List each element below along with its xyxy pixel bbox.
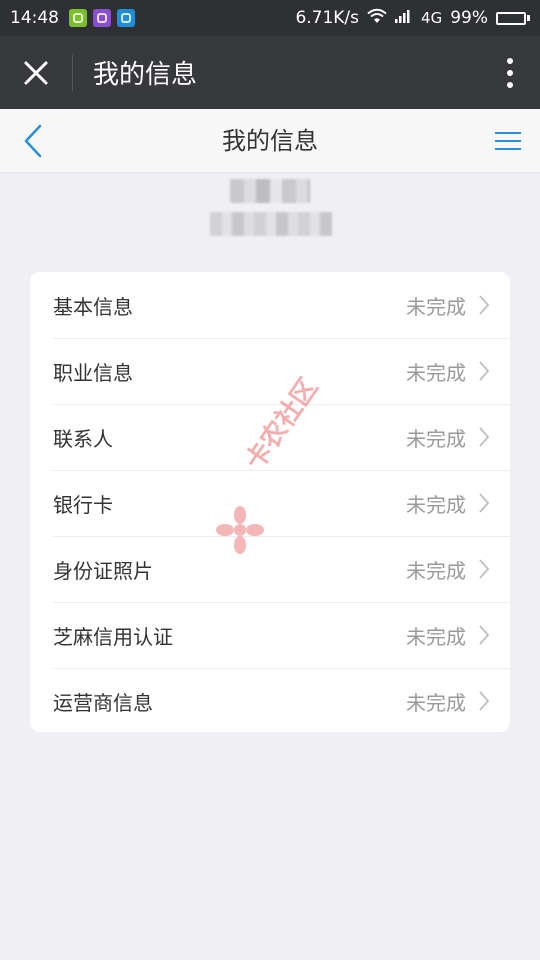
list-item-basic-info[interactable]: 基本信息 未完成 — [30, 272, 510, 338]
more-options-button[interactable] — [480, 36, 540, 109]
menu-button[interactable] — [494, 127, 522, 155]
list-item-label: 基本信息 — [53, 294, 133, 319]
network-speed: 6.71K/s — [295, 8, 360, 28]
blurred-user-name — [230, 179, 310, 203]
chevron-right-icon — [478, 294, 490, 316]
chevron-right-icon — [478, 558, 490, 580]
app-notification-icon — [69, 9, 87, 27]
hamburger-menu-icon — [495, 132, 521, 150]
list-item-status: 未完成 — [406, 624, 466, 649]
close-button[interactable] — [0, 36, 72, 109]
list-item-status: 未完成 — [406, 360, 466, 385]
chevron-right-icon — [478, 426, 490, 448]
chevron-right-icon — [478, 360, 490, 382]
list-item-status: 未完成 — [406, 690, 466, 715]
chevron-right-icon — [478, 492, 490, 514]
info-list-card: 基本信息 未完成 职业信息 未完成 联系人 未完成 银行卡 未完成 身份证照片 … — [30, 272, 510, 732]
status-time: 14:48 — [10, 8, 59, 28]
battery-percent: 99% — [450, 8, 488, 28]
list-item-status: 未完成 — [406, 558, 466, 583]
list-item-label: 芝麻信用认证 — [53, 624, 173, 649]
app-notification-icon — [93, 9, 111, 27]
list-item-status: 未完成 — [406, 492, 466, 517]
list-item-sesame-credit[interactable]: 芝麻信用认证 未完成 — [30, 602, 510, 668]
app-title-bar: 我的信息 — [0, 36, 540, 109]
signal-icon — [395, 8, 413, 28]
list-item-bank-card[interactable]: 银行卡 未完成 — [30, 470, 510, 536]
title-divider — [72, 54, 73, 91]
scan-notification-icon — [117, 9, 135, 27]
more-vertical-icon — [507, 57, 513, 88]
status-bar: 14:48 6.71K/s 4G 99% — [0, 0, 540, 36]
page-nav-bar: 我的信息 — [0, 109, 540, 173]
chevron-left-icon — [24, 124, 42, 158]
page-title: 我的信息 — [222, 127, 318, 155]
chevron-right-icon — [478, 690, 490, 712]
list-item-label: 银行卡 — [53, 492, 113, 517]
list-item-label: 运营商信息 — [53, 690, 153, 715]
network-type: 4G — [421, 9, 443, 27]
list-item-label: 身份证照片 — [53, 558, 153, 583]
chevron-right-icon — [478, 624, 490, 646]
list-item-job-info[interactable]: 职业信息 未完成 — [30, 338, 510, 404]
list-item-id-photo[interactable]: 身份证照片 未完成 — [30, 536, 510, 602]
battery-icon — [496, 11, 530, 25]
list-item-label: 联系人 — [53, 426, 113, 451]
profile-header — [0, 174, 540, 254]
list-item-label: 职业信息 — [53, 360, 133, 385]
list-item-status: 未完成 — [406, 294, 466, 319]
status-right: 6.71K/s 4G 99% — [295, 8, 530, 29]
window-title: 我的信息 — [93, 60, 198, 90]
wifi-icon — [367, 8, 387, 29]
blurred-phone-number — [210, 212, 332, 236]
list-item-status: 未完成 — [406, 426, 466, 451]
list-item-carrier-info[interactable]: 运营商信息 未完成 — [30, 668, 510, 732]
back-button[interactable] — [18, 123, 48, 159]
close-icon — [24, 61, 48, 84]
list-item-contacts[interactable]: 联系人 未完成 — [30, 404, 510, 470]
